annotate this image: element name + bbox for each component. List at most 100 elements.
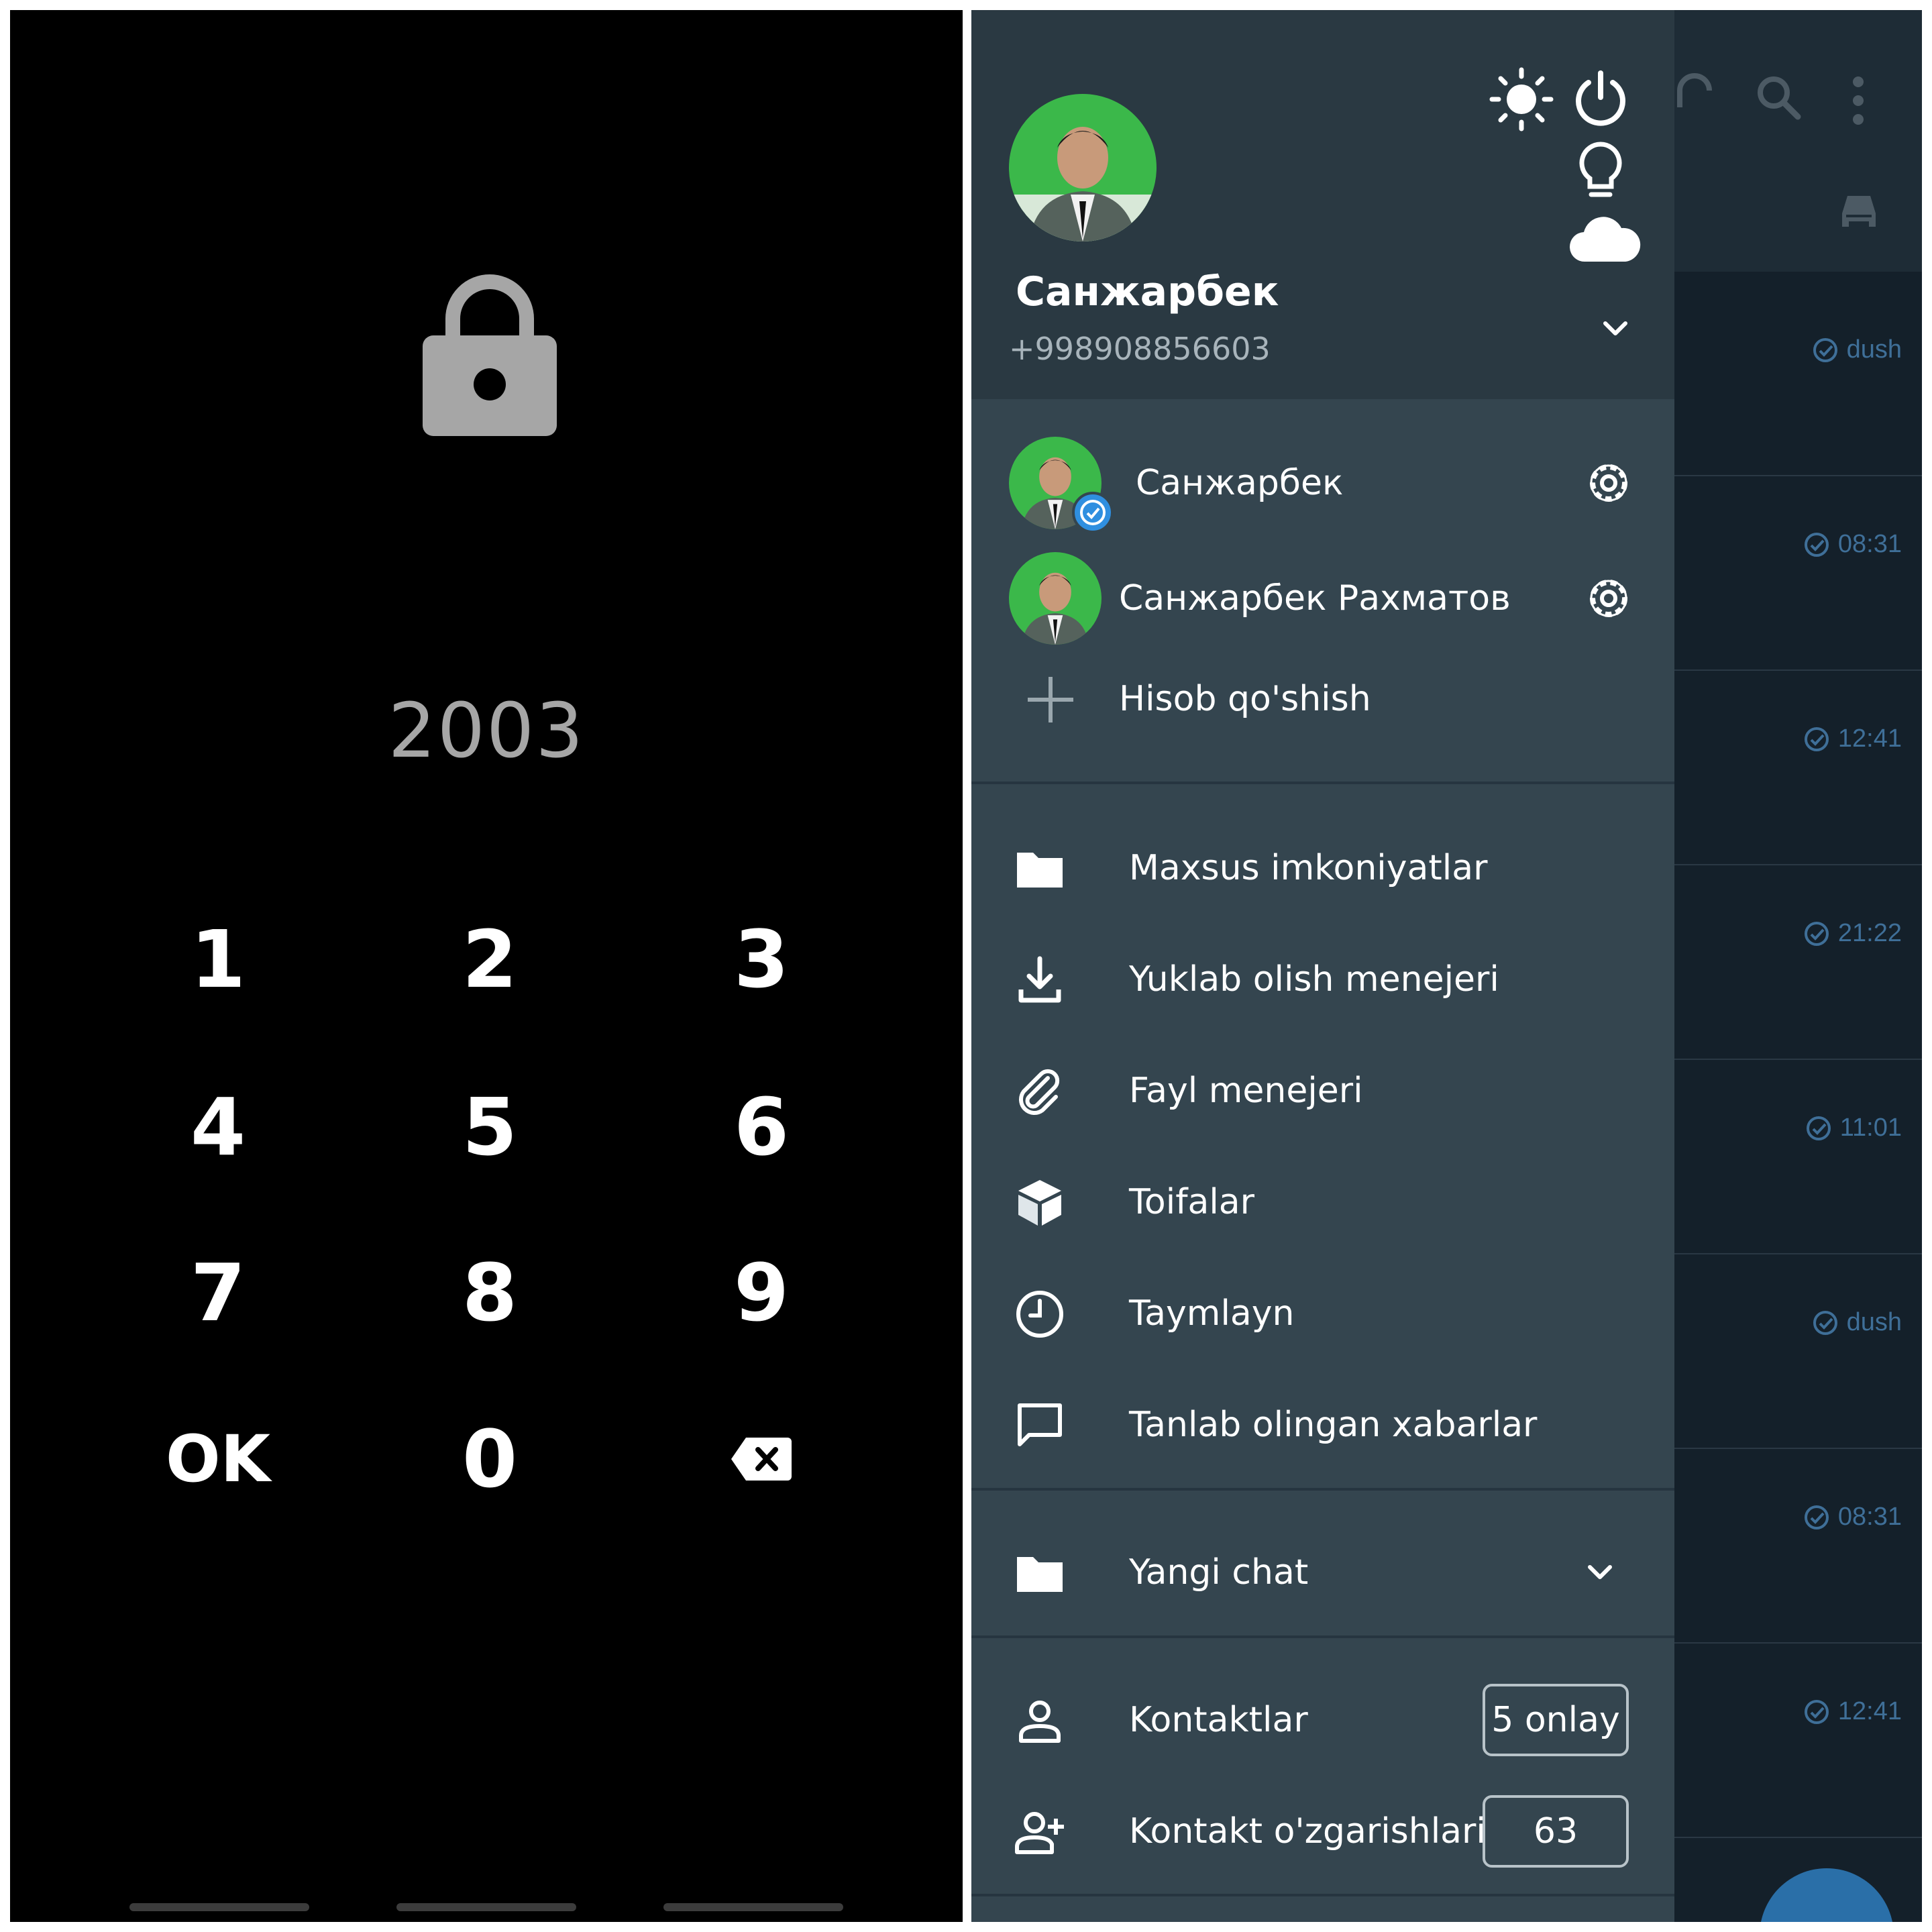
add-account-label: Hisob qo'shish (1119, 679, 1371, 719)
menu-item-label: Tanlab olingan xabarlar (1129, 1405, 1538, 1445)
nav-bar-segment (663, 1903, 843, 1911)
pin-display: 2003 (388, 688, 585, 775)
menu-item-label: Kontaktlar (1129, 1700, 1308, 1740)
avatar (1009, 552, 1102, 645)
navigation-drawer: Санжарбек +998908856603 Санжарбек Санжар… (971, 10, 1674, 1922)
avatar[interactable] (1009, 94, 1157, 241)
divider (971, 1635, 1674, 1638)
headset-icon (1677, 73, 1712, 107)
chevron-down-icon[interactable] (1583, 1559, 1617, 1586)
key-0[interactable]: 0 (389, 1392, 590, 1526)
chat-list-background: dush 08:31 12:41 21:22 11:01 dush 08:31 … (1674, 10, 1922, 1922)
profile-phone: +998908856603 (1009, 331, 1271, 367)
gear-icon[interactable] (1582, 456, 1635, 510)
verified-check-icon (1072, 492, 1114, 533)
folder-icon (1017, 853, 1063, 888)
chat-time: 11:01 (1839, 1114, 1902, 1142)
lightbulb-icon[interactable] (1577, 141, 1624, 203)
chat-row: 21:22 (1674, 865, 1922, 1060)
chat-time: 21:22 (1837, 919, 1902, 947)
key-5[interactable]: 5 (389, 1060, 590, 1194)
read-check-icon (1804, 1505, 1829, 1529)
read-check-icon (1813, 337, 1837, 362)
download-icon (1018, 956, 1061, 1003)
key-8[interactable]: 8 (389, 1226, 590, 1360)
drawer-header: Санжарбек +998908856603 (971, 10, 1674, 399)
online-count-badge: 5 onlay (1483, 1684, 1629, 1756)
messenger-app: dush 08:31 12:41 21:22 11:01 dush 08:31 … (971, 10, 1922, 1922)
key-6[interactable]: 6 (661, 1060, 862, 1194)
sun-icon[interactable] (1488, 66, 1555, 133)
gear-icon[interactable] (1582, 572, 1635, 625)
key-2[interactable]: 2 (389, 892, 590, 1026)
chevron-down-icon[interactable] (1599, 315, 1632, 342)
menu-item-categories[interactable]: Toifalar (971, 1147, 1674, 1258)
divider (971, 782, 1674, 784)
backspace-key[interactable] (661, 1392, 862, 1526)
person-icon (1019, 1701, 1061, 1743)
folder-new-chat[interactable]: Yangi chat (971, 1517, 1674, 1629)
passcode-screen: 2003 1 2 3 4 5 6 7 8 9 OK 0 (10, 10, 963, 1922)
cube-icon (1018, 1180, 1061, 1226)
nav-bar-segment (129, 1903, 309, 1911)
changes-count-badge: 63 (1483, 1795, 1629, 1868)
clock-icon (1016, 1291, 1063, 1338)
account-name: Санжарбек (1136, 463, 1344, 503)
search-icon[interactable] (1755, 74, 1802, 121)
menu-item-accessibility[interactable]: Maxsus imkoniyatlar (971, 813, 1674, 924)
chat-row: 08:31 (1674, 476, 1922, 671)
read-check-icon (1806, 1116, 1831, 1140)
menu-item-label: Toifalar (1129, 1182, 1255, 1222)
menu-item-saved-messages[interactable]: Tanlab olingan xabarlar (971, 1370, 1674, 1481)
chat-time: 08:31 (1837, 530, 1902, 558)
read-check-icon (1804, 532, 1829, 557)
plus-icon (1028, 677, 1073, 722)
menu-item-label: Yuklab olish menejeri (1129, 959, 1499, 1000)
key-3[interactable]: 3 (661, 892, 862, 1026)
key-1[interactable]: 1 (117, 892, 319, 1026)
toolbar-background (1674, 10, 1922, 272)
chat-row: dush (1674, 1254, 1922, 1449)
read-check-icon (1804, 727, 1829, 751)
menu-item-contacts[interactable]: Kontaktlar 5 onlay (971, 1665, 1674, 1776)
divider (971, 1488, 1674, 1491)
backspace-icon (731, 1438, 792, 1481)
nav-bar-segment (396, 1903, 576, 1911)
folder-label: Yangi chat (1129, 1552, 1309, 1593)
paperclip-icon (1019, 1069, 1060, 1115)
read-check-icon (1804, 921, 1829, 946)
profile-name: Санжарбек (1016, 268, 1279, 315)
more-vert-icon[interactable] (1850, 74, 1866, 127)
chat-time: 12:41 (1837, 724, 1902, 753)
menu-item-label: Taymlayn (1129, 1293, 1295, 1334)
add-account-row[interactable]: Hisob qo'shish (971, 649, 1674, 749)
key-4[interactable]: 4 (117, 1060, 319, 1194)
read-check-icon (1804, 1699, 1829, 1724)
menu-item-timeline[interactable]: Taymlayn (971, 1258, 1674, 1370)
person-add-icon (1015, 1812, 1064, 1854)
cloud-icon[interactable] (1568, 211, 1642, 265)
menu-item-file-manager[interactable]: Fayl menejeri (971, 1036, 1674, 1147)
key-9[interactable]: 9 (661, 1226, 862, 1360)
chat-time: dush (1846, 335, 1902, 364)
menu-item-label: Kontakt o'zgarishlari (1129, 1811, 1486, 1851)
chat-row: 08:31 (1674, 1449, 1922, 1644)
account-row[interactable]: Санжарбек Рахматов (971, 548, 1674, 649)
folder-icon (1017, 1557, 1063, 1592)
chat-time: 12:41 (1837, 1697, 1902, 1725)
chat-row: dush (1674, 282, 1922, 476)
key-7[interactable]: 7 (117, 1226, 319, 1360)
menu-item-downloads[interactable]: Yuklab olish menejeri (971, 924, 1674, 1036)
chat-row: 11:01 (1674, 1060, 1922, 1254)
ok-key[interactable]: OK (117, 1392, 319, 1526)
menu-item-label: Maxsus imkoniyatlar (1129, 848, 1488, 888)
car-icon (1842, 196, 1876, 227)
menu-item-contact-changes[interactable]: Kontakt o'zgarishlari 63 (971, 1776, 1674, 1888)
power-icon[interactable] (1570, 69, 1631, 129)
lock-icon (423, 274, 557, 436)
chat-time: 08:31 (1837, 1503, 1902, 1531)
read-check-icon (1813, 1310, 1837, 1335)
chat-bubble-icon (1018, 1403, 1062, 1446)
chat-time: dush (1846, 1308, 1902, 1336)
account-row[interactable]: Санжарбек (971, 433, 1674, 533)
